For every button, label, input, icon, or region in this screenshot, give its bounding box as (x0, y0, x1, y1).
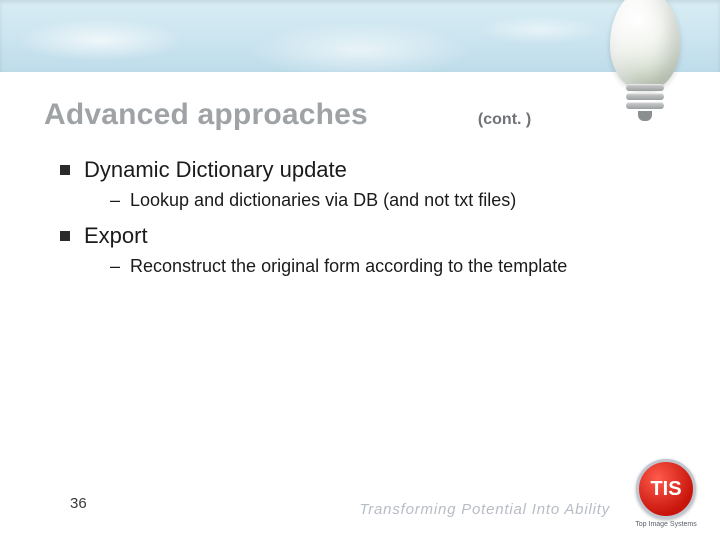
bullet-level1: Dynamic Dictionary update (60, 156, 660, 185)
logo-badge: TIS (636, 459, 696, 519)
dash-bullet-icon: – (110, 255, 120, 278)
slide: Advanced approaches (cont. ) Dynamic Dic… (0, 0, 720, 540)
dash-bullet-icon: – (110, 189, 120, 212)
square-bullet-icon (60, 165, 70, 175)
page-number: 36 (70, 495, 87, 512)
bullet-level1: Export (60, 222, 660, 251)
logo-initials: TIS (650, 478, 681, 501)
sub-bullet-text: Reconstruct the original form according … (130, 255, 567, 278)
company-logo: TIS Top Image Systems (634, 459, 698, 528)
bullet-level2: – Lookup and dictionaries via DB (and no… (110, 189, 660, 212)
bullet-level2: – Reconstruct the original form accordin… (110, 255, 660, 278)
square-bullet-icon (60, 231, 70, 241)
slide-body: Dynamic Dictionary update – Lookup and d… (60, 150, 660, 288)
sub-bullet-text: Lookup and dictionaries via DB (and not … (130, 189, 516, 212)
bullet-text: Dynamic Dictionary update (84, 156, 347, 185)
title-row: Advanced approaches (cont. ) (44, 98, 676, 132)
bullet-text: Export (84, 222, 148, 251)
logo-subtitle: Top Image Systems (634, 521, 698, 528)
footer-tagline: Transforming Potential Into Ability (359, 501, 610, 518)
slide-title: Advanced approaches (44, 98, 368, 132)
continuation-label: (cont. ) (478, 111, 531, 129)
